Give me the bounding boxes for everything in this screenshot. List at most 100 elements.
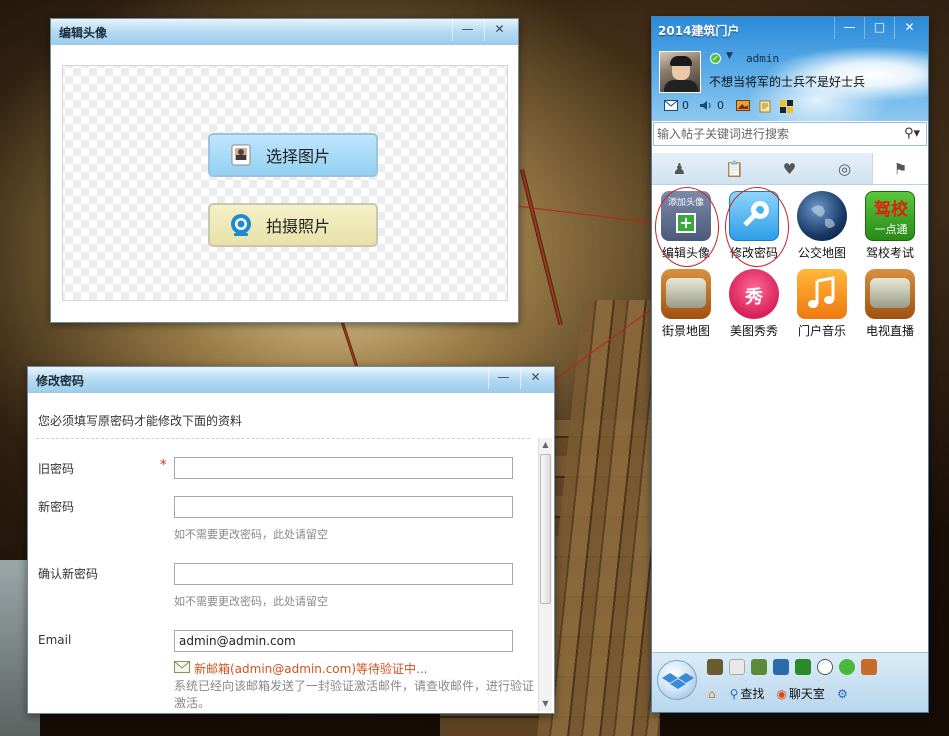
online-status-icon[interactable]: ✓ bbox=[710, 53, 721, 64]
mail-count: 0 bbox=[682, 99, 689, 112]
settings-button[interactable]: ⚙ bbox=[837, 687, 850, 701]
chat-bubble-icon[interactable] bbox=[839, 659, 855, 675]
take-photo-button[interactable]: 拍摄照片 bbox=[208, 203, 378, 247]
chevron-down-icon[interactable]: ▼ bbox=[726, 51, 733, 61]
header-toolbar: 0 0 bbox=[664, 99, 798, 113]
app-bus-map[interactable]: 公交地图 bbox=[788, 191, 856, 261]
find-button[interactable]: ⚲ 查找 bbox=[730, 685, 765, 702]
scroll-up-icon[interactable]: ▲ bbox=[539, 438, 552, 452]
mail-icon[interactable] bbox=[664, 100, 678, 111]
clock-icon[interactable] bbox=[817, 659, 833, 675]
portal-panel: 2014建筑门户 — □ ✕ ✓ ▼ admin 不想当将军的士兵不是好士兵 0… bbox=[651, 16, 929, 713]
email-label: Email bbox=[38, 633, 72, 647]
old-password-label: 旧密码 bbox=[38, 462, 75, 476]
tab-heart-icon[interactable]: ♥ bbox=[762, 153, 817, 184]
photo-icon bbox=[228, 142, 254, 168]
close-button[interactable]: ✕ bbox=[520, 367, 550, 389]
search-icon[interactable]: ⚲▾ bbox=[904, 123, 920, 145]
divider bbox=[36, 438, 530, 439]
mail-icon bbox=[174, 661, 190, 676]
window-title: 编辑头像 bbox=[59, 26, 108, 40]
app-street-map[interactable]: 街景地图 bbox=[652, 269, 720, 339]
confirm-password-input[interactable] bbox=[174, 563, 513, 585]
avatar-canvas bbox=[62, 65, 508, 301]
email-note: 系统已经向该邮箱发送了一封验证激活邮件，请查收邮件，进行验证激活。 bbox=[174, 679, 535, 710]
speaker-icon[interactable] bbox=[699, 100, 713, 111]
app-label: 驾校考试 bbox=[865, 246, 914, 260]
basket-icon[interactable] bbox=[751, 659, 767, 675]
form-scrollbar[interactable]: ▲ ▼ bbox=[538, 438, 552, 711]
picture-icon[interactable] bbox=[736, 100, 750, 111]
annotation-circle bbox=[725, 187, 789, 267]
note-icon[interactable] bbox=[758, 100, 772, 113]
window-title: 修改密码 bbox=[36, 374, 85, 388]
change-password-titlebar[interactable]: 修改密码 — ✕ bbox=[28, 367, 554, 393]
contacts-icon[interactable] bbox=[707, 659, 723, 675]
search-icon: ⚲ bbox=[729, 686, 739, 701]
close-button[interactable]: ✕ bbox=[484, 19, 514, 41]
wallpaper-fishing-rod bbox=[520, 169, 563, 326]
wallpaper-fishing-rod bbox=[340, 319, 359, 368]
scroll-down-icon[interactable]: ▼ bbox=[539, 697, 552, 711]
search-input[interactable]: 输入帖子关键词进行搜索 ⚲▾ bbox=[653, 122, 927, 146]
signature[interactable]: 不想当将军的士兵不是好士兵 bbox=[709, 73, 865, 90]
dropbox-icon[interactable] bbox=[657, 660, 697, 700]
globe-icon bbox=[797, 191, 847, 241]
box-icon[interactable] bbox=[861, 659, 877, 675]
webcam-icon bbox=[228, 212, 254, 238]
username: admin bbox=[746, 52, 780, 65]
form-tip: 您必须填写原密码才能修改下面的资料 bbox=[38, 414, 243, 428]
app-label: 美图秀秀 bbox=[729, 324, 778, 338]
edit-avatar-window: 编辑头像 — ✕ 选择图片 拍摄照片 bbox=[50, 18, 519, 323]
close-button[interactable]: ✕ bbox=[894, 17, 924, 39]
tab-signpost-icon[interactable]: ⚑ bbox=[872, 153, 928, 184]
email-input[interactable]: admin@admin.com bbox=[174, 630, 513, 652]
maximize-button[interactable]: □ bbox=[864, 17, 894, 39]
meitu-icon: 秀 bbox=[729, 269, 779, 319]
find-label: 查找 bbox=[740, 687, 765, 701]
choose-image-button[interactable]: 选择图片 bbox=[208, 133, 378, 177]
old-password-input[interactable] bbox=[174, 457, 513, 479]
tab-gauge-icon[interactable]: ◎ bbox=[817, 153, 872, 184]
tv-live-icon bbox=[865, 269, 915, 319]
portal-header: 2014建筑门户 — □ ✕ ✓ ▼ admin 不想当将军的士兵不是好士兵 0… bbox=[652, 17, 928, 121]
chatroom-button[interactable]: ◉ 聊天室 bbox=[776, 685, 825, 702]
zone-icon[interactable] bbox=[773, 659, 789, 675]
tab-clipboard-icon[interactable]: 📋 bbox=[707, 153, 762, 184]
home-button[interactable]: ⌂ bbox=[708, 687, 718, 701]
gear-icon: ⚙ bbox=[836, 686, 848, 701]
app-label: 门户音乐 bbox=[797, 324, 846, 338]
choose-image-label: 选择图片 bbox=[266, 147, 331, 166]
scroll-thumb[interactable] bbox=[540, 454, 551, 604]
new-password-hint: 如不需要更改密码，此处请留空 bbox=[174, 528, 328, 541]
portal-title: 2014建筑门户 bbox=[658, 24, 740, 38]
app-tv-live[interactable]: 电视直播 bbox=[856, 269, 924, 339]
portal-tabs: ♟ 📋 ♥ ◎ ⚑ bbox=[652, 153, 928, 185]
driving-school-icon: 驾校 一点通 bbox=[865, 191, 915, 241]
edit-avatar-titlebar[interactable]: 编辑头像 — ✕ bbox=[51, 19, 518, 45]
minimize-button[interactable]: — bbox=[834, 17, 864, 39]
music-icon bbox=[797, 269, 847, 319]
tab-contacts-icon[interactable]: ♟ bbox=[652, 153, 707, 184]
app-meitu[interactable]: 秀 美图秀秀 bbox=[720, 269, 788, 339]
calendar-icon[interactable] bbox=[729, 659, 745, 675]
app-portal-music[interactable]: 门户音乐 bbox=[788, 269, 856, 339]
app-label: 公交地图 bbox=[797, 246, 846, 260]
confirm-password-hint: 如不需要更改密码，此处请留空 bbox=[174, 595, 328, 608]
apps-grid-icon[interactable] bbox=[780, 100, 794, 113]
shield-icon[interactable] bbox=[795, 659, 811, 675]
change-password-form: 您必须填写原密码才能修改下面的资料 旧密码 * 新密码 如不需要更改密码，此处请… bbox=[28, 394, 554, 713]
lifebuoy-icon: ◉ bbox=[776, 686, 787, 701]
bottom-actions: ⌂ ⚲ 查找 ◉ 聊天室 ⚙ bbox=[708, 685, 862, 702]
app-driving-test[interactable]: 驾校 一点通 驾校考试 bbox=[856, 191, 924, 261]
avatar[interactable] bbox=[659, 51, 701, 93]
notice-count: 0 bbox=[717, 99, 724, 112]
minimize-button[interactable]: — bbox=[488, 367, 518, 389]
home-icon: ⌂ bbox=[708, 686, 716, 701]
email-pending-status: 新邮箱(admin@admin.com)等待验证中... bbox=[174, 660, 427, 677]
confirm-password-label: 确认新密码 bbox=[38, 567, 99, 581]
new-password-input[interactable] bbox=[174, 496, 513, 518]
portal-bottom-bar: ⌂ ⚲ 查找 ◉ 聊天室 ⚙ bbox=[652, 652, 928, 712]
minimize-button[interactable]: — bbox=[452, 19, 482, 41]
new-password-label: 新密码 bbox=[38, 500, 75, 514]
